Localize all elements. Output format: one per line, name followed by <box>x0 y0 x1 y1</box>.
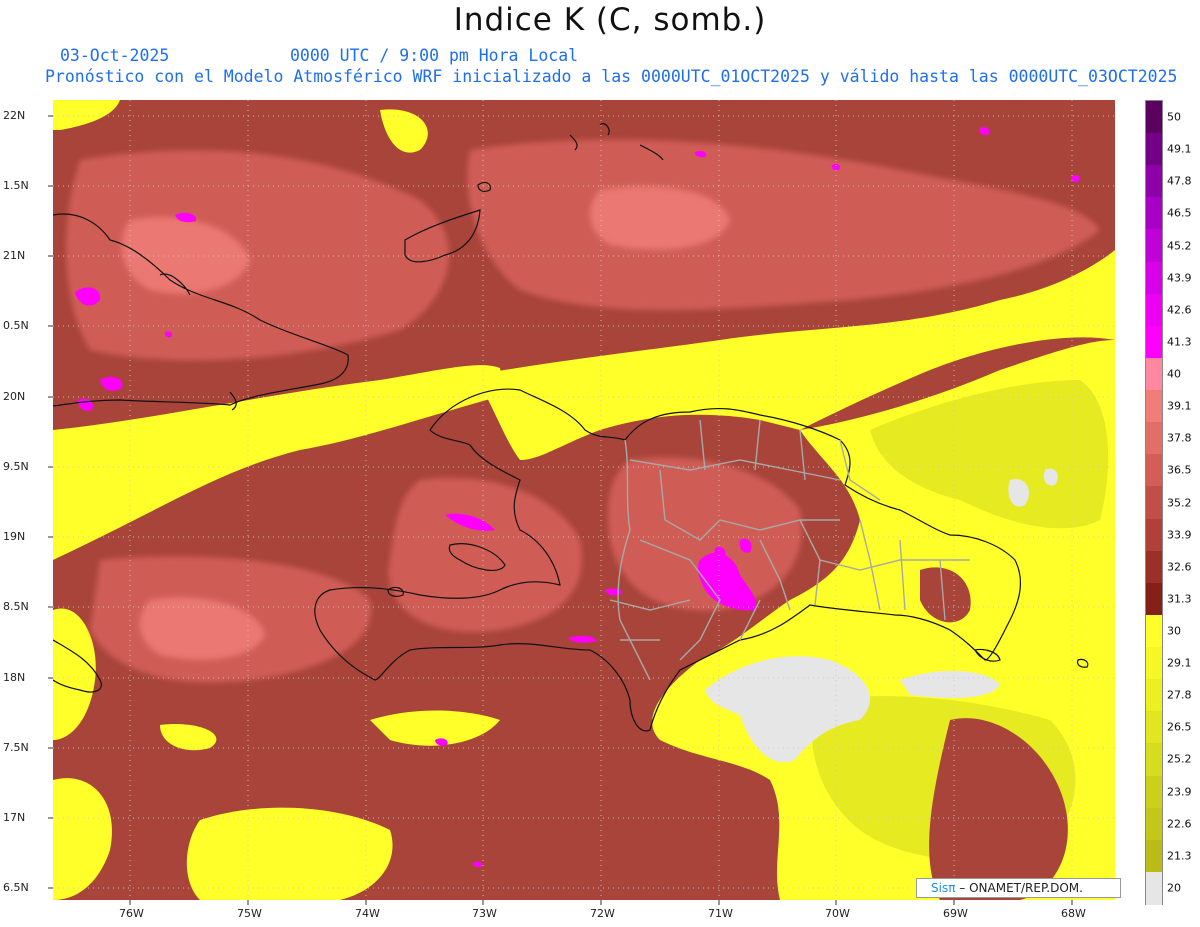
colorbar-level-label: 46.5 <box>1167 206 1192 220</box>
lon-label: 74W <box>355 907 380 920</box>
lat-label: 0.5N <box>3 319 29 332</box>
colorbar-level-label: 36.5 <box>1167 463 1192 477</box>
colorbar-level-label: 43.9 <box>1167 271 1192 285</box>
colorbar-level-label: 39.1 <box>1167 399 1192 413</box>
colorbar-swatch <box>1146 647 1162 680</box>
colorbar-level-label: 40 <box>1167 367 1181 381</box>
lon-label: 70W <box>825 907 850 920</box>
lat-label: 1.5N <box>3 179 29 192</box>
credit-text: – ONAMET/REP.DOM. <box>959 881 1083 895</box>
lat-label: 19N <box>3 530 26 543</box>
colorbar-swatch <box>1146 486 1162 520</box>
credit-box: Sisπ – ONAMET/REP.DOM. <box>916 878 1121 898</box>
lat-label: 17N <box>3 811 26 824</box>
lon-label: 75W <box>237 907 262 920</box>
colorbar-swatch <box>1146 422 1162 455</box>
colorbar-swatch <box>1146 518 1162 552</box>
colorbar-level-label: 27.8 <box>1167 688 1192 702</box>
colorbar-swatch <box>1146 165 1162 198</box>
colorbar-swatch <box>1146 775 1162 809</box>
credit-brand: Sisπ <box>931 881 956 895</box>
colorbar-swatch <box>1146 614 1162 648</box>
lon-label: 73W <box>472 907 497 920</box>
colorbar-swatch <box>1146 261 1162 295</box>
colorbar-swatch <box>1146 101 1162 134</box>
lat-label: 9.5N <box>3 460 29 473</box>
colorbar-level-label: 41.3 <box>1167 335 1192 349</box>
colorbar-level-label: 25.2 <box>1167 752 1192 766</box>
lat-label: 6.5N <box>3 881 29 894</box>
colorbar-level-label: 37.8 <box>1167 431 1192 445</box>
colorbar-swatch <box>1146 357 1162 391</box>
colorbar <box>1145 100 1163 905</box>
colorbar-swatch <box>1146 454 1162 488</box>
lat-label: 18N <box>3 671 26 684</box>
colorbar-level-label: 22.6 <box>1167 817 1192 831</box>
colorbar-level-label: 45.2 <box>1167 239 1192 253</box>
colorbar-level-label: 50 <box>1167 110 1181 124</box>
lon-label: 76W <box>119 907 144 920</box>
lon-label: 71W <box>708 907 733 920</box>
lat-label: 22N <box>3 109 26 122</box>
lon-label: 72W <box>590 907 615 920</box>
colorbar-swatch <box>1146 582 1162 616</box>
lat-label: 20N <box>3 390 26 403</box>
k-index-field <box>53 100 1115 900</box>
colorbar-level-label: 33.9 <box>1167 528 1192 542</box>
colorbar-swatch <box>1146 229 1162 263</box>
colorbar-swatch <box>1146 293 1162 327</box>
forecast-map <box>48 100 1115 905</box>
colorbar-swatch <box>1146 550 1162 584</box>
colorbar-swatch <box>1146 807 1162 841</box>
lat-label: 21N <box>3 249 26 262</box>
colorbar-swatch <box>1146 743 1162 777</box>
colorbar-swatch <box>1146 133 1162 166</box>
colorbar-level-label: 42.6 <box>1167 303 1192 317</box>
lat-label: 7.5N <box>3 741 29 754</box>
lat-label: 8.5N <box>3 600 29 613</box>
colorbar-level-label: 32.6 <box>1167 560 1192 574</box>
colorbar-level-label: 23.9 <box>1167 785 1192 799</box>
lon-label: 69W <box>943 907 968 920</box>
colorbar-level-label: 26.5 <box>1167 720 1192 734</box>
colorbar-swatch <box>1146 325 1162 359</box>
colorbar-swatch <box>1146 390 1162 423</box>
colorbar-level-label: 20 <box>1167 881 1181 895</box>
lon-label: 68W <box>1061 907 1086 920</box>
colorbar-level-label: 47.8 <box>1167 174 1192 188</box>
colorbar-level-label: 49.1 <box>1167 142 1192 156</box>
colorbar-level-label: 31.3 <box>1167 592 1192 606</box>
colorbar-level-label: 35.2 <box>1167 496 1192 509</box>
colorbar-swatch <box>1146 711 1162 744</box>
colorbar-swatch <box>1146 839 1162 873</box>
colorbar-level-label: 29.1 <box>1167 656 1192 670</box>
colorbar-level-label: 21.3 <box>1167 849 1192 863</box>
colorbar-swatch <box>1146 197 1162 231</box>
colorbar-level-label: 30 <box>1167 624 1181 638</box>
colorbar-swatch <box>1146 679 1162 712</box>
colorbar-swatch <box>1146 871 1162 905</box>
